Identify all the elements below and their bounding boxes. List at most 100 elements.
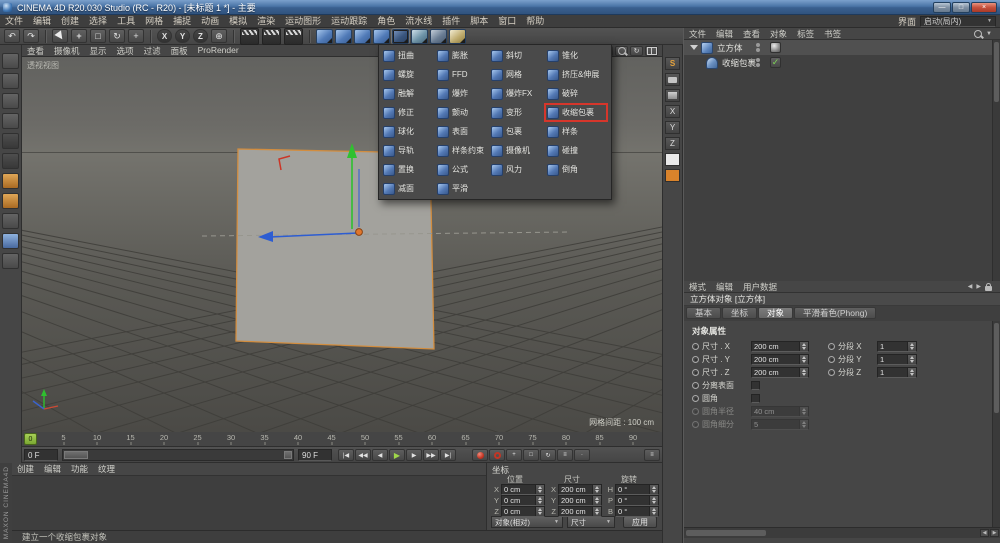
attribute-manager-scrollbar[interactable] [992,321,1000,527]
preview-range-slider[interactable] [62,449,294,461]
size-mode-select[interactable]: 尺寸 ▼ [567,516,615,528]
texture-mode-icon[interactable] [2,93,19,109]
record-position-toggle[interactable]: + [506,449,522,461]
redo-button[interactable]: ↷ [23,29,39,43]
phong-tag-icon[interactable] [770,42,781,53]
keyframe-dot-icon[interactable] [692,382,699,389]
minimize-button[interactable]: — [933,2,951,13]
viewport-menu-item[interactable]: 过滤 [139,45,166,57]
coordinate-field[interactable]: 0 cm [501,506,545,517]
search-icon[interactable] [974,30,982,38]
checkbox[interactable] [751,381,760,390]
menu-item[interactable]: 网格 [140,15,168,27]
deformer-menu-item[interactable]: 倒角 [544,160,608,179]
deformer-menu-item[interactable]: 修正 [380,103,434,122]
solo-toggle-icon[interactable]: S [665,57,680,70]
scale-tool-button[interactable]: □ [90,29,106,43]
x-axis-lock-button[interactable]: X [157,29,172,43]
render-settings-button[interactable] [284,28,303,45]
menu-item[interactable]: 流水线 [400,15,437,27]
deformer-menu-item[interactable]: 颤动 [434,103,488,122]
move-tool-button[interactable]: + [71,29,87,43]
menu-item[interactable]: 运动图形 [280,15,326,27]
current-frame-field[interactable]: 0 F [24,449,58,461]
keyframe-dot-icon[interactable] [828,369,835,376]
material-menu[interactable]: 编辑 [39,463,66,475]
grid-strip-icon[interactable] [665,89,680,102]
record-pla-toggle[interactable]: ∙ [574,449,590,461]
snap-icon[interactable] [2,233,19,249]
range-end-handle[interactable] [284,451,292,459]
deformer-menu-item[interactable]: 风力 [488,160,544,179]
stepper-icon[interactable] [799,368,808,377]
property-field[interactable]: 200 cm [751,341,809,352]
y-axis-tile[interactable]: Y [665,121,680,134]
tab-平滑着色(Phong)[interactable]: 平滑着色(Phong) [794,307,876,319]
render-visibility-dot[interactable] [756,63,760,67]
y-axis-lock-button[interactable]: Y [175,29,190,43]
property-field[interactable]: 1 [877,367,917,378]
zoom-view-icon[interactable] [615,46,628,56]
deformer-menu-item[interactable]: 包裹 [488,122,544,141]
light-icon[interactable] [449,29,466,44]
stepper-icon[interactable] [535,485,544,494]
deformer-menu-item[interactable]: 平滑 [434,179,488,198]
deformer-menu-item[interactable]: 球化 [380,122,434,141]
stepper-icon[interactable] [649,485,658,494]
property-field[interactable]: 200 cm [751,354,809,365]
stepper-icon[interactable] [649,507,658,516]
close-button[interactable]: × [971,2,997,13]
stepper-icon[interactable] [649,496,658,505]
stepper-icon[interactable] [799,342,808,351]
object-manager-menu[interactable]: 标签 [792,28,819,40]
deformer-menu-item[interactable]: 表面 [434,122,488,141]
stepper-icon[interactable] [592,507,601,516]
previous-frame-button[interactable]: ◀ [372,449,388,461]
deformer-menu-item[interactable]: FFD [434,65,488,84]
deformer-menu-item[interactable]: 膨胀 [434,46,488,65]
material-menu[interactable]: 纹理 [93,463,120,475]
keyframe-dot-icon[interactable] [828,356,835,363]
apply-button[interactable]: 应用 [623,516,657,528]
deformer-menu-item[interactable]: 公式 [434,160,488,179]
deformer-menu-item[interactable]: 扭曲 [380,46,434,65]
go-to-start-button[interactable]: |◀ [338,449,354,461]
menu-item[interactable]: 运动跟踪 [326,15,372,27]
x-axis-tile[interactable]: X [665,105,680,118]
keyframe-dot-icon[interactable] [692,356,699,363]
toggle-layout-icon[interactable] [645,46,658,56]
coordinate-field[interactable]: 200 cm [558,495,602,506]
tab-坐标[interactable]: 坐标 [722,307,757,319]
viewport-solo-icon[interactable] [2,213,19,229]
expand-arrow-icon[interactable] [690,45,698,50]
lock-icon[interactable] [985,286,992,291]
timeline-playhead[interactable]: 0 [24,433,37,445]
render-view-button[interactable] [240,28,259,45]
stepper-icon[interactable] [907,342,916,351]
stepper-icon[interactable] [592,485,601,494]
stepper-icon[interactable] [592,496,601,505]
viewport-menu-item[interactable]: 摄像机 [49,45,85,57]
viewport-menu-item[interactable]: 查看 [22,45,49,57]
render-picture-viewer-button[interactable] [262,28,281,45]
cube-primitive-icon[interactable] [316,29,333,44]
deformer-menu-item[interactable]: 变形 [488,103,544,122]
coordinate-field[interactable]: 200 cm [558,484,602,495]
stepper-icon[interactable] [535,507,544,516]
render-visibility-dot[interactable] [756,48,760,52]
enabled-check-icon[interactable]: ✓ [770,57,781,68]
attribute-manager-menu[interactable]: 用户数据 [738,281,782,293]
keyframe-dot-icon[interactable] [692,395,699,402]
object-row[interactable]: 立方体 [684,40,1000,55]
stepper-icon[interactable] [907,355,916,364]
object-manager-scrollbar[interactable] [992,40,1000,281]
floor-environment-icon[interactable] [411,29,428,44]
object-manager-menu[interactable]: 书签 [819,28,846,40]
checkbox[interactable] [751,394,760,403]
maximize-button[interactable]: □ [952,2,970,13]
menu-item[interactable]: 帮助 [521,15,549,27]
editor-visibility-dot[interactable] [756,58,760,62]
z-axis-lock-button[interactable]: Z [193,29,208,43]
attribute-manager-menu[interactable]: 模式 [684,281,711,293]
viewport-menu-item[interactable]: 显示 [85,45,112,57]
